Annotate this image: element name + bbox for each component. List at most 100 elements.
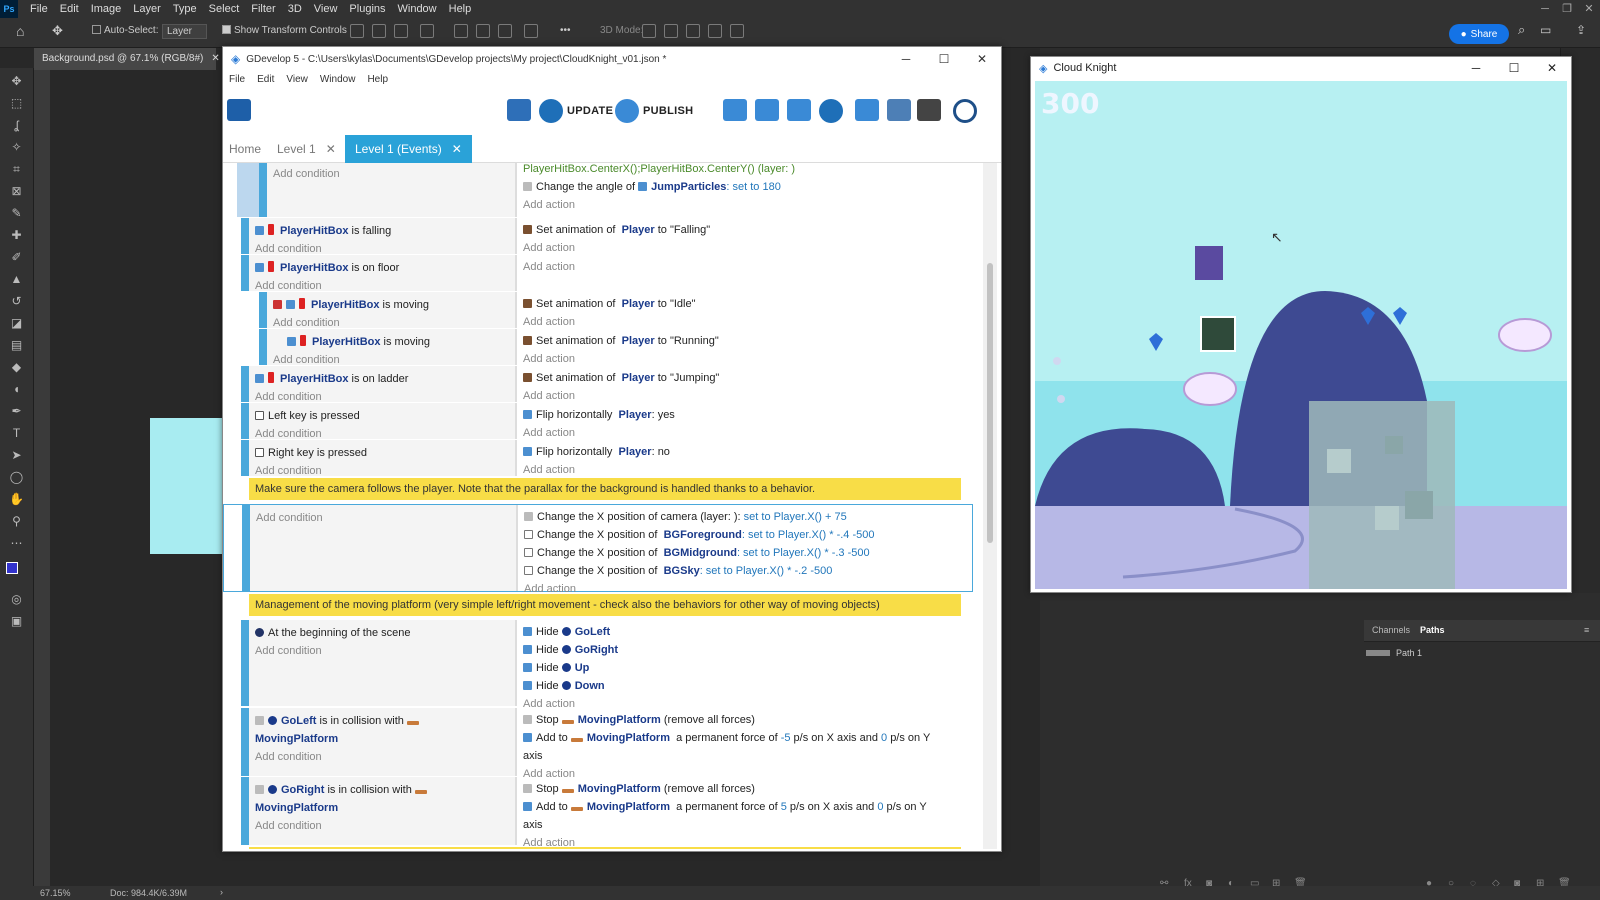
menu-help[interactable]: Help [443,3,478,15]
move-tool-icon[interactable]: ✥ [52,23,63,39]
events-scrollbar[interactable] [983,163,997,849]
undo-icon[interactable] [887,99,911,121]
event-row[interactable]: GoRight is in collision with MovingPlatf… [223,777,973,849]
export-icon[interactable]: ⇪ [1576,23,1586,37]
menu-select[interactable]: Select [203,3,246,15]
lasso-tool-icon[interactable]: ʆ [8,118,25,133]
event-row[interactable]: Left key is pressed Add condition Flip h… [223,403,973,440]
event-conditions[interactable]: PlayerHitBox is on ladder Add condition [249,366,517,403]
auto-select-checkbox[interactable]: Auto-Select: [92,25,158,36]
publish-button[interactable]: PUBLISH [643,105,693,117]
3d-slide-icon[interactable] [708,24,722,38]
show-transform-checkbox[interactable]: Show Transform Controls [222,25,347,36]
close-tab-icon[interactable]: ✕ [211,53,219,64]
add-subevent-icon[interactable] [755,99,779,121]
event-actions[interactable]: Stop MovingPlatform (remove all forces) … [517,708,961,780]
type-tool-icon[interactable]: T [8,426,25,441]
add-condition-button[interactable]: Add condition [273,165,509,183]
3d-pan-icon[interactable] [686,24,700,38]
menu-layer[interactable]: Layer [127,3,167,15]
event-actions[interactable]: Set animation of Player to "Falling" Add… [517,218,961,254]
align-bottom-icon[interactable] [498,24,512,38]
event-conditions[interactable]: Add condition [267,163,517,217]
event-conditions[interactable]: PlayerHitBox is moving Add condition [267,292,517,329]
event-conditions[interactable]: PlayerHitBox is falling Add condition [249,218,517,255]
zoom-tool-icon[interactable]: ⚲ [8,514,25,529]
add-comment-icon[interactable] [787,99,811,121]
search-icon[interactable] [953,99,977,123]
action-text[interactable]: PlayerHitBox.CenterX();PlayerHitBox.Cent… [523,163,955,178]
action-row[interactable]: Change the angle of JumpParticles: set t… [523,178,955,196]
document-tab[interactable]: Background.psd @ 67.1% (RGB/8#) ✕ [34,48,220,70]
event-actions[interactable]: Add action [517,255,961,291]
restore-icon[interactable]: ❐ [1556,0,1578,18]
event-conditions[interactable]: Left key is pressed Add condition [249,403,517,440]
event-actions[interactable]: Change the X position of camera (layer: … [518,505,960,595]
event-actions[interactable]: Set animation of Player to "Idle" Add ac… [517,292,961,328]
event-row[interactable]: PlayerHitBox is on ladder Add condition … [223,366,973,403]
gradient-tool-icon[interactable]: ▤ [8,338,25,353]
ellipse-tool-icon[interactable]: ◯ [8,470,25,485]
align-left-icon[interactable] [350,24,364,38]
add-more-icon[interactable] [819,99,843,123]
layer-select-dropdown[interactable]: Layer [162,24,208,39]
event-conditions[interactable]: At the beginning of the scene Add condit… [249,620,517,706]
event-actions[interactable]: Flip horizontally Player: no Add action [517,440,961,476]
3d-camera-icon[interactable] [730,24,744,38]
event-conditions[interactable]: Right key is pressed Add condition [249,440,517,477]
tab-paths[interactable]: Paths [1420,625,1445,635]
update-button[interactable]: UPDATE [567,105,613,117]
eraser-tool-icon[interactable]: ◪ [8,316,25,331]
event-conditions[interactable]: PlayerHitBox is moving Add condition [267,329,517,366]
event-row[interactable]: Add condition PlayerHitBox.CenterX();Pla… [223,163,973,217]
tab-level-1-events[interactable]: Level 1 (Events) ✕ [345,135,472,163]
distribute-vertical-icon[interactable] [524,24,538,38]
redo-icon[interactable] [917,99,941,121]
events-sheet[interactable]: Add condition PlayerHitBox.CenterX();Pla… [223,163,973,849]
sub-event-row[interactable]: PlayerHitBox is moving Add condition Set… [223,329,973,366]
maximize-icon[interactable]: ☐ [1495,61,1533,75]
path-item[interactable]: Path 1 [1366,648,1422,658]
hand-tool-icon[interactable]: ✋ [8,492,25,507]
more-options-icon[interactable]: ••• [560,25,571,36]
menu-filter[interactable]: Filter [245,3,281,15]
event-actions[interactable]: Flip horizontally Player: yes Add action [517,403,961,439]
add-action-button[interactable]: Add action [523,258,955,276]
more-tools-icon[interactable]: ⋯ [8,536,25,551]
panel-menu-icon[interactable]: ≡ [1584,625,1589,635]
search-icon[interactable]: ⌕ [1518,22,1525,38]
minimize-icon[interactable]: ─ [1534,0,1556,18]
zoom-level[interactable]: 67.15% [40,888,71,898]
menu-file[interactable]: File [24,3,54,15]
event-actions[interactable]: Set animation of Player to "Jumping" Add… [517,366,961,402]
event-row[interactable]: At the beginning of the scene Add condit… [223,620,973,710]
blur-tool-icon[interactable]: ◆ [8,360,25,375]
minimize-icon[interactable]: ─ [1457,61,1495,75]
eyedropper-icon[interactable]: ✎ [8,206,25,221]
home-icon[interactable]: ⌂ [16,23,24,39]
event-actions[interactable]: Stop MovingPlatform (remove all forces) … [517,777,961,849]
menu-edit[interactable]: Edit [54,3,85,15]
event-conditions[interactable]: GoRight is in collision with MovingPlatf… [249,777,517,845]
healing-brush-icon[interactable]: ✚ [8,228,25,243]
game-canvas[interactable]: 300 ↖ [1035,81,1567,589]
publish-icon[interactable] [615,99,639,123]
event-row[interactable]: Right key is pressed Add condition Flip … [223,440,973,477]
menu-3d[interactable]: 3D [282,3,308,15]
menu-window[interactable]: Window [320,74,356,85]
close-icon[interactable]: ✕ [1533,61,1571,75]
path-selection-icon[interactable]: ➤ [8,448,25,463]
pen-tool-icon[interactable]: ✒ [8,404,25,419]
event-row-selected[interactable]: Add condition Change the X position of c… [223,504,973,595]
event-row[interactable]: PlayerHitBox is falling Add condition Se… [223,218,973,255]
menu-window[interactable]: Window [392,3,443,15]
add-event-icon[interactable] [723,99,747,121]
magic-wand-icon[interactable]: ✧ [8,140,25,155]
add-condition-button[interactable]: Add condition [255,748,509,766]
event-row[interactable]: PlayerHitBox is on floor Add condition A… [223,255,973,292]
update-icon[interactable] [539,99,563,123]
menu-plugins[interactable]: Plugins [343,3,391,15]
menu-view[interactable]: View [286,74,308,85]
add-action-button[interactable]: Add action [523,196,955,214]
event-conditions[interactable]: Add condition [250,505,518,591]
